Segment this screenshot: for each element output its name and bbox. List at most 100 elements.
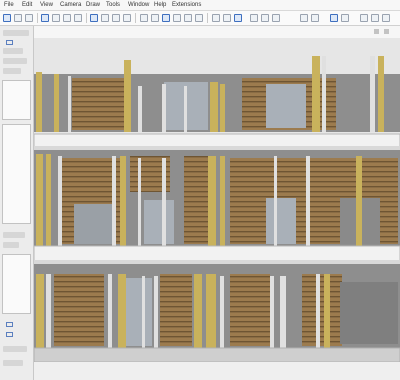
timber-post <box>120 156 126 246</box>
shadow-icon[interactable] <box>250 14 258 22</box>
tape-measure-icon[interactable] <box>140 14 148 22</box>
steel-column <box>322 56 326 132</box>
steel-column <box>280 276 286 350</box>
menu-file[interactable]: File <box>4 0 14 10</box>
scale-icon[interactable] <box>112 14 120 22</box>
timber-post <box>220 156 225 246</box>
steel-column <box>162 158 166 246</box>
layer-icon[interactable] <box>6 332 13 337</box>
panel-row[interactable] <box>3 232 25 238</box>
window-glass <box>122 278 152 346</box>
layers-list[interactable] <box>2 124 31 224</box>
scenes-icon[interactable] <box>300 14 308 22</box>
paint-bucket-icon[interactable] <box>25 14 33 22</box>
steel-column <box>370 56 375 132</box>
timber-post <box>220 84 225 132</box>
entity-info-box[interactable] <box>2 80 31 120</box>
timber-post <box>378 56 384 132</box>
window-glass <box>266 84 306 128</box>
panel-row[interactable] <box>3 48 23 54</box>
panel-row[interactable] <box>3 360 23 366</box>
toolbar-separator <box>86 13 87 23</box>
select-icon[interactable] <box>3 14 11 22</box>
close-icon[interactable] <box>384 29 389 34</box>
timber-post <box>54 74 59 132</box>
window-glass <box>144 200 174 244</box>
panel-row[interactable] <box>3 68 21 74</box>
materials-box[interactable] <box>2 254 31 314</box>
folder-icon[interactable] <box>6 40 13 45</box>
move-icon[interactable] <box>90 14 98 22</box>
zoom-icon[interactable] <box>184 14 192 22</box>
look-around-icon[interactable] <box>341 14 349 22</box>
left-tray-panel <box>0 26 34 380</box>
rectangle-icon[interactable] <box>63 14 71 22</box>
text-icon[interactable] <box>151 14 159 22</box>
rotate-icon[interactable] <box>101 14 109 22</box>
shaded-icon[interactable] <box>382 14 390 22</box>
timber-post <box>36 72 42 132</box>
steel-column <box>58 156 62 246</box>
component-icon[interactable] <box>223 14 231 22</box>
orbit-icon[interactable] <box>162 14 170 22</box>
menu-help[interactable]: Help <box>154 0 166 10</box>
styles-icon[interactable] <box>272 14 280 22</box>
wood-cladding-panel <box>184 156 210 244</box>
offset-icon[interactable] <box>123 14 131 22</box>
timber-post <box>206 274 216 350</box>
wood-cladding-panel <box>230 274 270 346</box>
main-toolbar <box>0 11 400 26</box>
layer-icon[interactable] <box>234 14 242 22</box>
menu-camera[interactable]: Camera <box>60 0 81 10</box>
steel-column <box>184 86 187 132</box>
toolbar-separator <box>207 13 208 23</box>
toolbar-separator <box>37 13 38 23</box>
ground-plane <box>34 362 400 380</box>
steel-column <box>112 156 116 246</box>
x-ray-icon[interactable] <box>360 14 368 22</box>
wood-cladding-panel <box>302 274 342 346</box>
building-section-model[interactable] <box>34 38 400 380</box>
menu-view[interactable]: View <box>40 0 53 10</box>
model-viewport[interactable] <box>34 26 400 380</box>
pan-icon[interactable] <box>173 14 181 22</box>
fog-icon[interactable] <box>261 14 269 22</box>
arc-icon[interactable] <box>52 14 60 22</box>
wood-cladding-panel <box>72 78 130 130</box>
menu-edit[interactable]: Edit <box>22 0 32 10</box>
steel-column <box>162 84 166 132</box>
menu-window[interactable]: Window <box>128 0 149 10</box>
toolbar-separator <box>135 13 136 23</box>
line-icon[interactable] <box>41 14 49 22</box>
wireframe-icon[interactable] <box>371 14 379 22</box>
steel-column <box>68 76 71 132</box>
timber-post <box>208 156 216 246</box>
window-glass <box>266 198 296 244</box>
walk-icon[interactable] <box>330 14 338 22</box>
panel-row[interactable] <box>3 242 19 248</box>
door-opening <box>340 282 398 344</box>
layer-icon[interactable] <box>6 322 13 327</box>
camera-icon[interactable] <box>311 14 319 22</box>
section-plane-icon[interactable] <box>212 14 220 22</box>
push-pull-icon[interactable] <box>74 14 82 22</box>
slab-edge <box>34 260 400 264</box>
panel-row[interactable] <box>3 346 27 352</box>
menu-tools[interactable]: Tools <box>106 0 120 10</box>
timber-post <box>210 82 218 132</box>
steel-column <box>138 86 142 132</box>
steel-column <box>306 156 310 246</box>
wood-cladding-panel <box>160 274 192 346</box>
timber-post <box>312 56 320 132</box>
steel-column <box>138 158 141 246</box>
3d-scene[interactable] <box>34 38 400 380</box>
zoom-extents-icon[interactable] <box>195 14 203 22</box>
menu-draw[interactable]: Draw <box>86 0 100 10</box>
menu-extensions[interactable]: Extensions <box>172 0 201 10</box>
timber-post <box>194 274 202 350</box>
panel-row[interactable] <box>3 58 27 64</box>
minimize-icon[interactable] <box>374 29 379 34</box>
eraser-icon[interactable] <box>14 14 22 22</box>
door-opening <box>74 204 114 244</box>
wood-cladding-panel <box>54 274 104 346</box>
